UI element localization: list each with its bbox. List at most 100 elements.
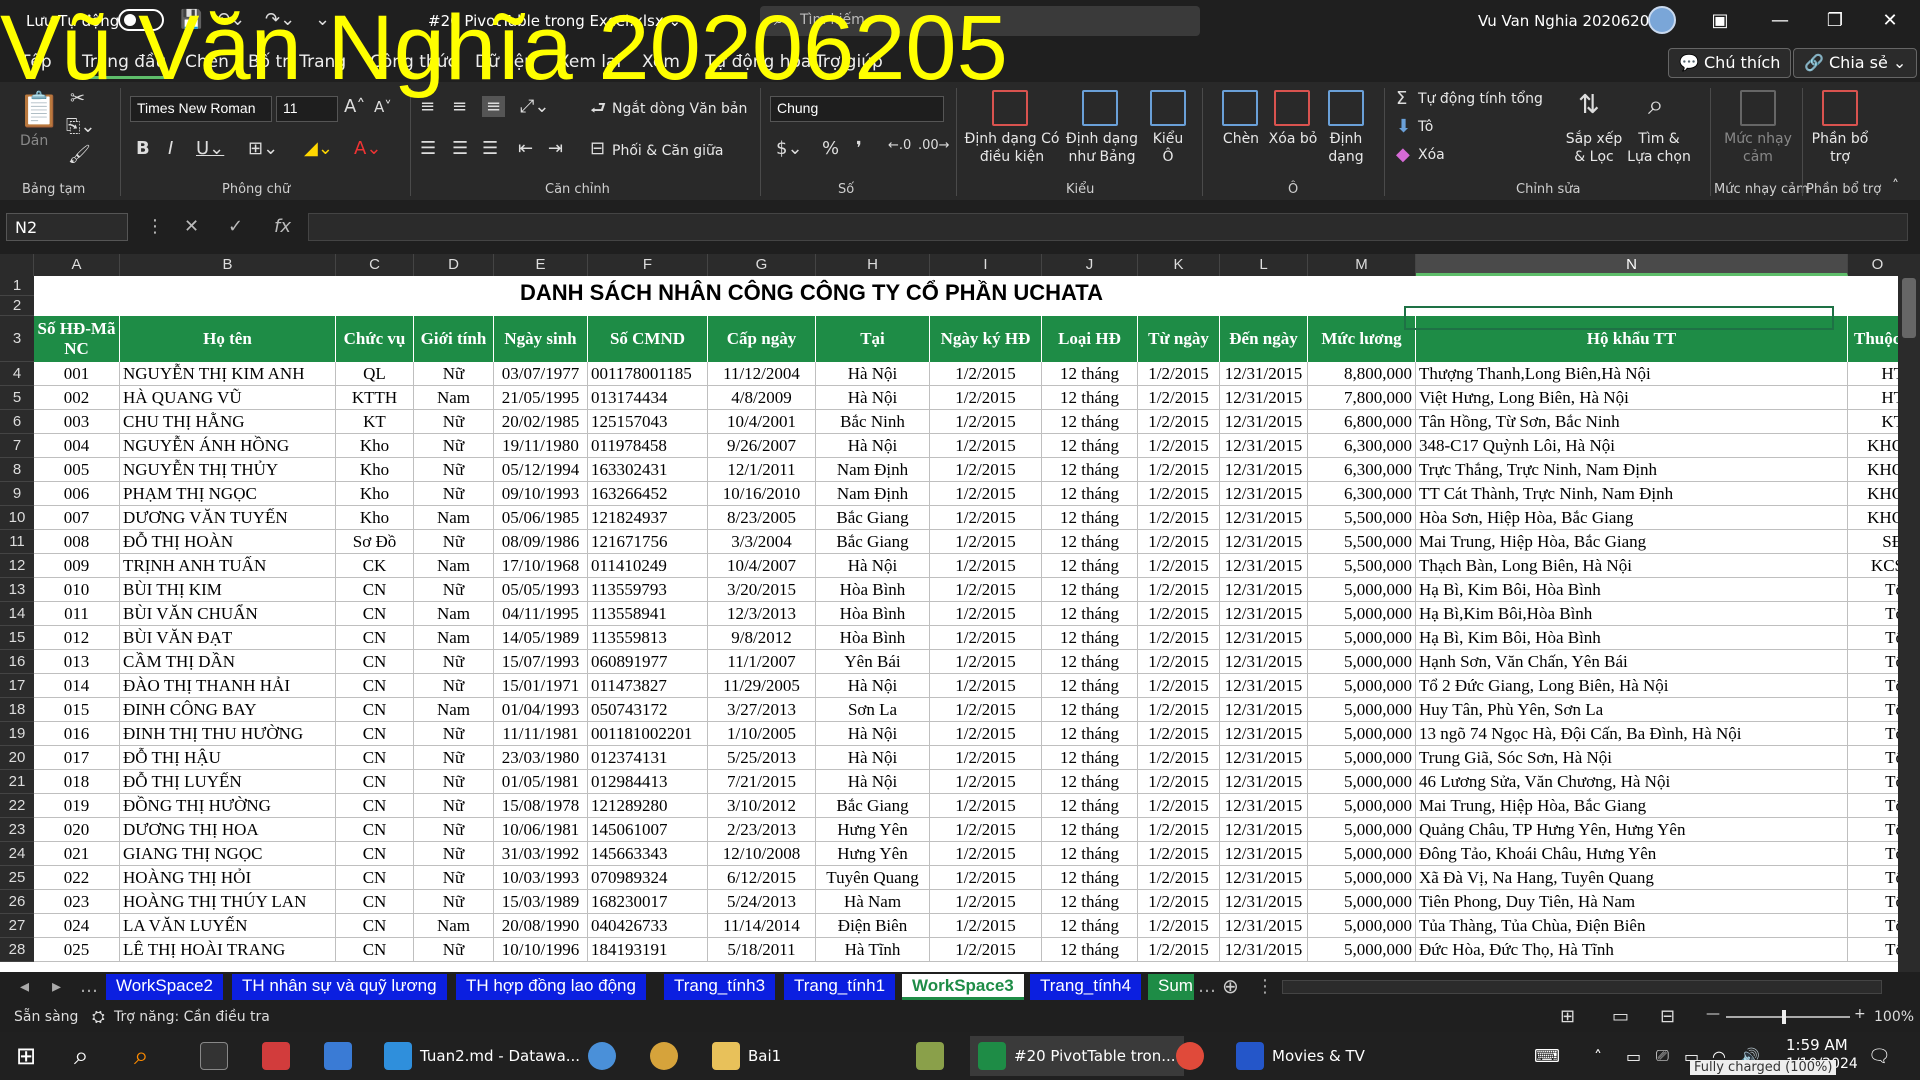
orientation-icon[interactable]: ⤢⌄ [520,96,549,117]
document-name[interactable]: #20 PivotTable trong Excel.xlsx ⌄ [428,12,681,30]
merge-icon[interactable]: ⊟ [590,138,605,159]
table-cell[interactable]: Thượng Thanh,Long Biên,Hà Nội [1416,362,1848,386]
table-cell[interactable]: 1/2/2015 [930,530,1042,554]
table-cell[interactable]: 001178001185 [588,362,708,386]
table-cell[interactable]: BÙI THỊ KIM [120,578,336,602]
table-cell[interactable]: 05/06/1985 [494,506,588,530]
zoom-slider[interactable] [1726,1016,1850,1018]
column-header-a[interactable]: A [34,254,120,276]
table-cell[interactable]: CN [336,938,414,962]
table-cell[interactable]: 014 [34,674,120,698]
table-cell[interactable]: 12/31/2015 [1220,890,1308,914]
function-icon[interactable]: fx [274,216,291,237]
table-cell[interactable]: 12/31/2015 [1220,818,1308,842]
table-cell[interactable]: 3/3/2004 [708,530,816,554]
align-bottom-icon[interactable]: ≡ [482,96,506,117]
table-cell[interactable]: 04/11/1995 [494,602,588,626]
format-cells-label[interactable]: Định dạng [1316,130,1376,166]
table-cell[interactable]: CN [336,674,414,698]
table-cell[interactable]: 10/16/2010 [708,482,816,506]
sheet-tab-th-nhan-su[interactable]: TH nhân sự và quỹ lương [232,974,447,1000]
table-cell[interactable]: 12 tháng [1042,698,1138,722]
vscode-window-label[interactable]: Tuan2.md - Datawa... [420,1047,580,1065]
show-hidden-icons-icon[interactable]: ˄ [1594,1042,1602,1070]
row-header[interactable]: 28 [0,938,34,962]
table-cell[interactable]: Nam [414,554,494,578]
table-cell[interactable]: HOÀNG THỊ THÚY LAN [120,890,336,914]
tab-insert[interactable]: Chèn [185,52,229,72]
app-blue-icon[interactable] [324,1042,352,1070]
table-cell[interactable]: Nam [414,386,494,410]
search-tool-icon[interactable]: ⌕ [134,1041,149,1071]
table-cell[interactable]: 1/2/2015 [1138,362,1220,386]
table-cell[interactable]: 6,300,000 [1308,482,1416,506]
table-cell[interactable]: 03/07/1977 [494,362,588,386]
table-cell[interactable]: NGUYỄN THỊ KIM ANH [120,362,336,386]
decrease-indent-icon[interactable]: ⇤ [518,138,533,159]
table-cell[interactable]: Hưng Yên [816,818,930,842]
row-header[interactable]: 24 [0,842,34,866]
next-sheet-icon[interactable]: ▸ [52,976,61,997]
table-cell[interactable]: 46 Lương Sửa, Văn Chương, Hà Nội [1416,770,1848,794]
table-cell[interactable]: 12/10/2008 [708,842,816,866]
enter-icon[interactable]: ✓ [228,216,243,237]
table-cell[interactable]: 1/2/2015 [930,386,1042,410]
table-cell[interactable]: CN [336,698,414,722]
format-painter-icon[interactable]: 🖌 [68,144,91,165]
table-cell[interactable]: 005 [34,458,120,482]
table-cell[interactable]: BÙI VĂN ĐẠT [120,626,336,650]
table-cell[interactable]: 12 tháng [1042,530,1138,554]
table-cell[interactable]: 1/2/2015 [930,890,1042,914]
table-cell[interactable]: Hà Nội [816,434,930,458]
number-format-select[interactable]: Chung [770,96,944,122]
row-header[interactable]: 20 [0,746,34,770]
table-cell[interactable]: 11/1/2007 [708,650,816,674]
table-cell[interactable]: 11/29/2005 [708,674,816,698]
search-box[interactable]: ⌕ Tìm kiếm [760,6,1200,36]
table-cell[interactable]: Hà Nội [816,386,930,410]
table-cell[interactable]: 5,000,000 [1308,866,1416,890]
table-cell[interactable]: 1/2/2015 [1138,506,1220,530]
table-header-cell[interactable]: Từ ngày [1138,316,1220,362]
table-cell[interactable]: 12/31/2015 [1220,410,1308,434]
table-cell[interactable]: 5,000,000 [1308,770,1416,794]
table-cell[interactable]: 163302431 [588,458,708,482]
table-cell[interactable]: Nam Định [816,458,930,482]
table-cell[interactable]: HOÀNG THỊ HỎI [120,866,336,890]
table-cell[interactable]: 145663343 [588,842,708,866]
table-cell[interactable]: ĐỖ THỊ HOÀN [120,530,336,554]
fill-label[interactable]: Tô [1418,118,1433,136]
table-cell[interactable]: 1/2/2015 [1138,914,1220,938]
table-cell[interactable]: 23/03/1980 [494,746,588,770]
table-cell[interactable]: Tuyên Quang [816,866,930,890]
column-header-d[interactable]: D [414,254,494,276]
table-cell[interactable]: Kho [336,506,414,530]
table-cell[interactable]: Hạ Bì,Kim Bôi,Hòa Bình [1416,602,1848,626]
table-cell[interactable]: Đức Hòa, Đức Thọ, Hà Tĩnh [1416,938,1848,962]
find-select-label[interactable]: Tìm & Lựa chọn [1626,130,1692,166]
font-name-select[interactable]: Times New Roman [130,96,272,122]
page-layout-view-icon[interactable]: ▭ [1612,1006,1629,1027]
table-cell[interactable]: 13 ngõ 74 Ngọc Hà, Đội Cấn, Ba Đình, Hà … [1416,722,1848,746]
table-cell[interactable]: 004 [34,434,120,458]
table-cell[interactable]: 12 tháng [1042,386,1138,410]
table-cell[interactable]: Hòa Bình [816,626,930,650]
table-cell[interactable]: 8/23/2005 [708,506,816,530]
table-cell[interactable]: 1/2/2015 [930,482,1042,506]
row-header[interactable]: 3 [0,316,34,362]
table-cell[interactable]: 1/2/2015 [930,626,1042,650]
table-cell[interactable]: 022 [34,866,120,890]
table-cell[interactable]: Hà Nội [816,362,930,386]
tab-file[interactable]: Tệp [20,52,52,72]
table-cell[interactable]: 05/12/1994 [494,458,588,482]
table-cell[interactable]: 09/10/1993 [494,482,588,506]
row-header[interactable]: 12 [0,554,34,578]
table-cell[interactable]: 5,000,000 [1308,794,1416,818]
table-cell[interactable]: 01/05/1981 [494,770,588,794]
table-cell[interactable]: 1/2/2015 [1138,626,1220,650]
sheet-options-icon[interactable]: ⋮ [1256,976,1274,997]
table-cell[interactable]: 025 [34,938,120,962]
table-cell[interactable]: 17/10/1968 [494,554,588,578]
table-cell[interactable]: 12/3/2013 [708,602,816,626]
table-cell[interactable]: 5/18/2011 [708,938,816,962]
